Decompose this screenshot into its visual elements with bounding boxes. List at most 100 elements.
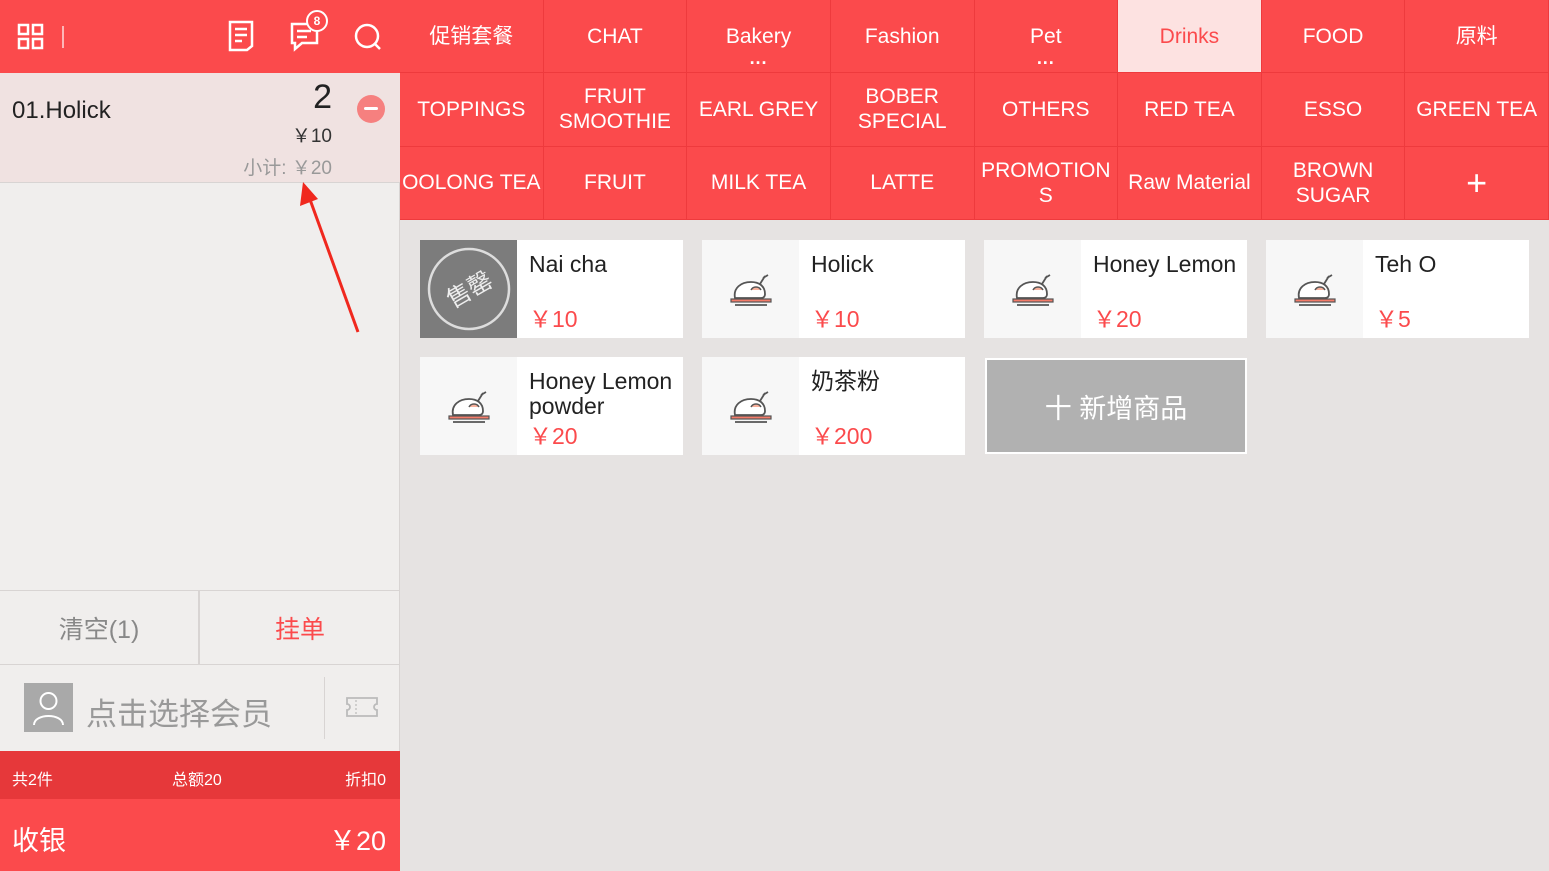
product-card[interactable]: 奶茶粉 ￥200 (702, 357, 965, 455)
tab-raw-material[interactable]: Raw Material (1118, 146, 1262, 220)
product-name: Honey Lemon powder (529, 368, 673, 419)
checkout-button[interactable]: 收银 ￥20 (0, 799, 400, 871)
add-category[interactable]: + (1405, 146, 1549, 220)
category-label: MILK TEA (710, 171, 807, 195)
tab-oolong-tea[interactable]: OOLONG TEA (400, 146, 544, 220)
product-image (420, 357, 517, 455)
product-price: ￥20 (529, 423, 578, 449)
add-product-button[interactable]: 十 新增商品 (985, 358, 1247, 454)
coupon-icon[interactable] (344, 695, 380, 719)
category-label: TOPPINGS (417, 97, 526, 121)
category-label: Fashion (864, 24, 940, 48)
tab-原料[interactable]: 原料 (1405, 0, 1549, 74)
category-label: FRUIT (584, 171, 646, 195)
top-toolbar: 8 (0, 0, 400, 73)
annotation-arrow-icon (300, 182, 360, 333)
product-price: ￥5 (1375, 306, 1411, 332)
category-label: BROWN SUGAR (1292, 158, 1374, 207)
tab-bober-special[interactable]: BOBER SPECIAL (830, 73, 975, 147)
category-label: EARL GREY (698, 97, 819, 121)
tab-促销套餐[interactable]: 促销套餐 (400, 0, 544, 74)
product-price: ￥10 (811, 306, 860, 332)
grid-menu-icon[interactable] (16, 18, 48, 54)
category-label: BOBER SPECIAL (857, 85, 947, 134)
order-item-name: 01.Holick (12, 97, 111, 124)
member-divider (324, 677, 325, 739)
member-selector[interactable]: 点击选择会员 (0, 665, 400, 751)
order-item-quantity: 2 (313, 78, 332, 116)
discount-amount: 折扣0 (345, 772, 386, 789)
tab-promotion-s[interactable]: PROMOTION S (974, 146, 1119, 220)
tab-toppings[interactable]: TOPPINGS (400, 73, 544, 147)
order-summary: 共2件 总额20 折扣0 (0, 751, 400, 799)
user-icon (33, 692, 64, 726)
toolbar-divider (62, 26, 64, 48)
product-name: Honey Lemon (1093, 251, 1237, 277)
category-label: + (1466, 162, 1488, 204)
tab-milk-tea[interactable]: MILK TEA (687, 146, 831, 220)
tab-chat[interactable]: CHAT (543, 0, 688, 74)
tab-bakery[interactable]: Bakery ··· (687, 0, 831, 74)
category-label: OOLONG TEA (402, 171, 541, 195)
avatar (24, 683, 73, 732)
checkout-total: ￥20 (328, 826, 386, 856)
food-placeholder-icon (1011, 274, 1054, 306)
category-label: ESSO (1303, 97, 1363, 121)
tab-fruit-smoothie[interactable]: FRUIT SMOOTHIE (543, 73, 688, 147)
category-label: Pet (1030, 24, 1062, 48)
sold-out-stamp-icon: 售罄 (427, 247, 510, 331)
category-label: 促销套餐 (429, 24, 514, 48)
tab-drinks[interactable]: Drinks (1118, 0, 1262, 74)
product-card[interactable]: 售罄 Nai cha ￥10 (420, 240, 683, 338)
tab-others[interactable]: OTHERS (974, 73, 1119, 147)
food-placeholder-icon (729, 274, 772, 306)
category-label: Bakery (725, 24, 792, 48)
tab-esso[interactable]: ESSO (1261, 73, 1406, 147)
food-placeholder-icon (447, 391, 490, 423)
product-price: ￥10 (529, 306, 578, 332)
decrease-quantity-button[interactable] (357, 95, 385, 123)
order-item-price: ￥10 (291, 126, 332, 147)
clear-order-button[interactable]: 清空(1) (0, 591, 200, 664)
tab-green-tea[interactable]: GREEN TEA (1405, 73, 1549, 147)
sold-out-image: 售罄 (420, 240, 517, 338)
order-line-item[interactable]: 01.Holick 2 ￥10 小计: ￥20 (0, 73, 400, 183)
tab-latte[interactable]: LATTE (830, 146, 975, 220)
category-tabs: 促销套餐 CHAT Bakery ··· Fashion Pet ··· Drinks FOOD… (400, 0, 1549, 220)
product-image (1266, 240, 1363, 338)
tab-fruit[interactable]: FRUIT (543, 146, 688, 220)
product-name: Teh O (1375, 251, 1437, 277)
tab-red-tea[interactable]: RED TEA (1118, 73, 1262, 147)
tab-pet[interactable]: Pet ··· (974, 0, 1119, 74)
search-icon[interactable] (352, 18, 384, 54)
order-total: 总额20 (172, 772, 222, 789)
product-price: ￥20 (1093, 306, 1142, 332)
product-card[interactable]: Holick ￥10 (702, 240, 965, 338)
order-panel: 8 01.Holick 2 ￥10 小计: ￥20 清空(1) 挂单 点击选择会… (0, 0, 400, 871)
order-list-icon[interactable] (226, 18, 258, 54)
tab-fashion[interactable]: Fashion (830, 0, 975, 74)
product-card[interactable]: Teh O ￥5 (1266, 240, 1529, 338)
food-placeholder-icon (1293, 274, 1336, 306)
category-label: Raw Material (1128, 171, 1251, 195)
category-label: PROMOTION S (981, 158, 1111, 207)
tab-brown-sugar[interactable]: BROWN SUGAR (1261, 146, 1406, 220)
product-card[interactable]: Honey Lemon powder ￥20 (420, 357, 683, 455)
tab-earl-grey[interactable]: EARL GREY (687, 73, 831, 147)
more-subcategories-icon: ··· (1036, 53, 1055, 74)
category-label: FRUIT SMOOTHIE (558, 85, 671, 134)
product-card[interactable]: Honey Lemon ￥20 (984, 240, 1247, 338)
svg-text:售罄: 售罄 (441, 266, 497, 314)
select-member-placeholder[interactable]: 点击选择会员 (86, 689, 272, 734)
item-count: 共2件 (12, 772, 53, 789)
hold-order-button[interactable]: 挂单 (200, 591, 400, 664)
product-name: 奶茶粉 (811, 368, 880, 394)
order-actions: 清空(1) 挂单 (0, 590, 400, 665)
product-image (702, 357, 799, 455)
tab-food[interactable]: FOOD (1261, 0, 1406, 74)
category-label: OTHERS (1002, 97, 1090, 121)
category-label: LATTE (870, 171, 935, 195)
category-label: 原料 (1455, 24, 1498, 48)
food-placeholder-icon (729, 391, 772, 423)
product-image (702, 240, 799, 338)
